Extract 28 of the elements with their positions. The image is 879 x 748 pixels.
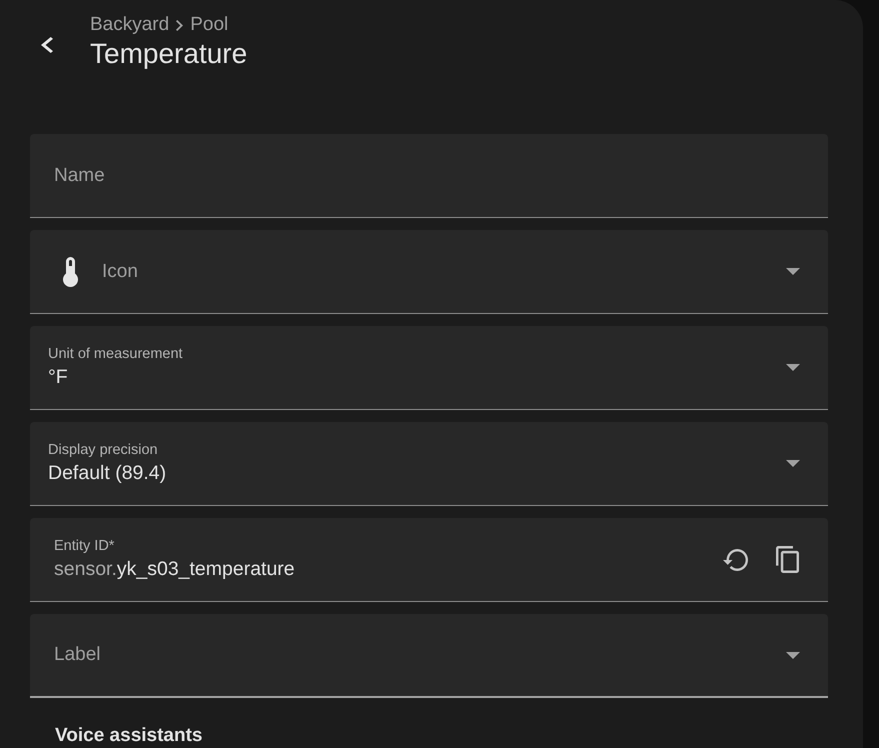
back-icon[interactable] (41, 37, 53, 53)
section-title: Voice assistants (55, 725, 204, 747)
dropdown-field[interactable]: Display precision Default (89.4) (30, 422, 828, 506)
dropdown-field[interactable]: Label (30, 614, 828, 698)
copy-icon[interactable] (776, 546, 799, 573)
page-title: Temperature (90, 38, 248, 70)
field-value: °F (48, 366, 69, 389)
field-label: Name (54, 164, 106, 186)
caret-icon (786, 652, 800, 658)
field-label: Entity ID* (54, 538, 116, 555)
field-label: Display precision (48, 442, 159, 459)
entity-id-field[interactable]: Entity ID* sensor.yk_s03_temperature (30, 518, 828, 602)
thermometer-icon (63, 256, 78, 286)
breadcrumb-item: Backyard (90, 14, 170, 36)
text-field[interactable]: Name (30, 134, 828, 218)
field-value: sensor.yk_s03_temperature (54, 558, 296, 581)
dropdown-field[interactable]: Unit of measurement °F (30, 326, 828, 410)
field-value: Default (89.4) (48, 462, 168, 485)
circular-arrow-icon[interactable] (723, 548, 748, 570)
field-label: Label (54, 644, 102, 666)
field-label: Icon (102, 260, 139, 282)
caret-icon (786, 268, 800, 275)
icon-picker-field[interactable]: Icon (30, 230, 828, 314)
breadcrumb-item: Pool (190, 14, 228, 36)
caret-icon (786, 460, 800, 467)
caret-icon (786, 364, 800, 371)
field-label: Unit of measurement (48, 346, 184, 363)
chevron-right-icon (176, 20, 184, 30)
